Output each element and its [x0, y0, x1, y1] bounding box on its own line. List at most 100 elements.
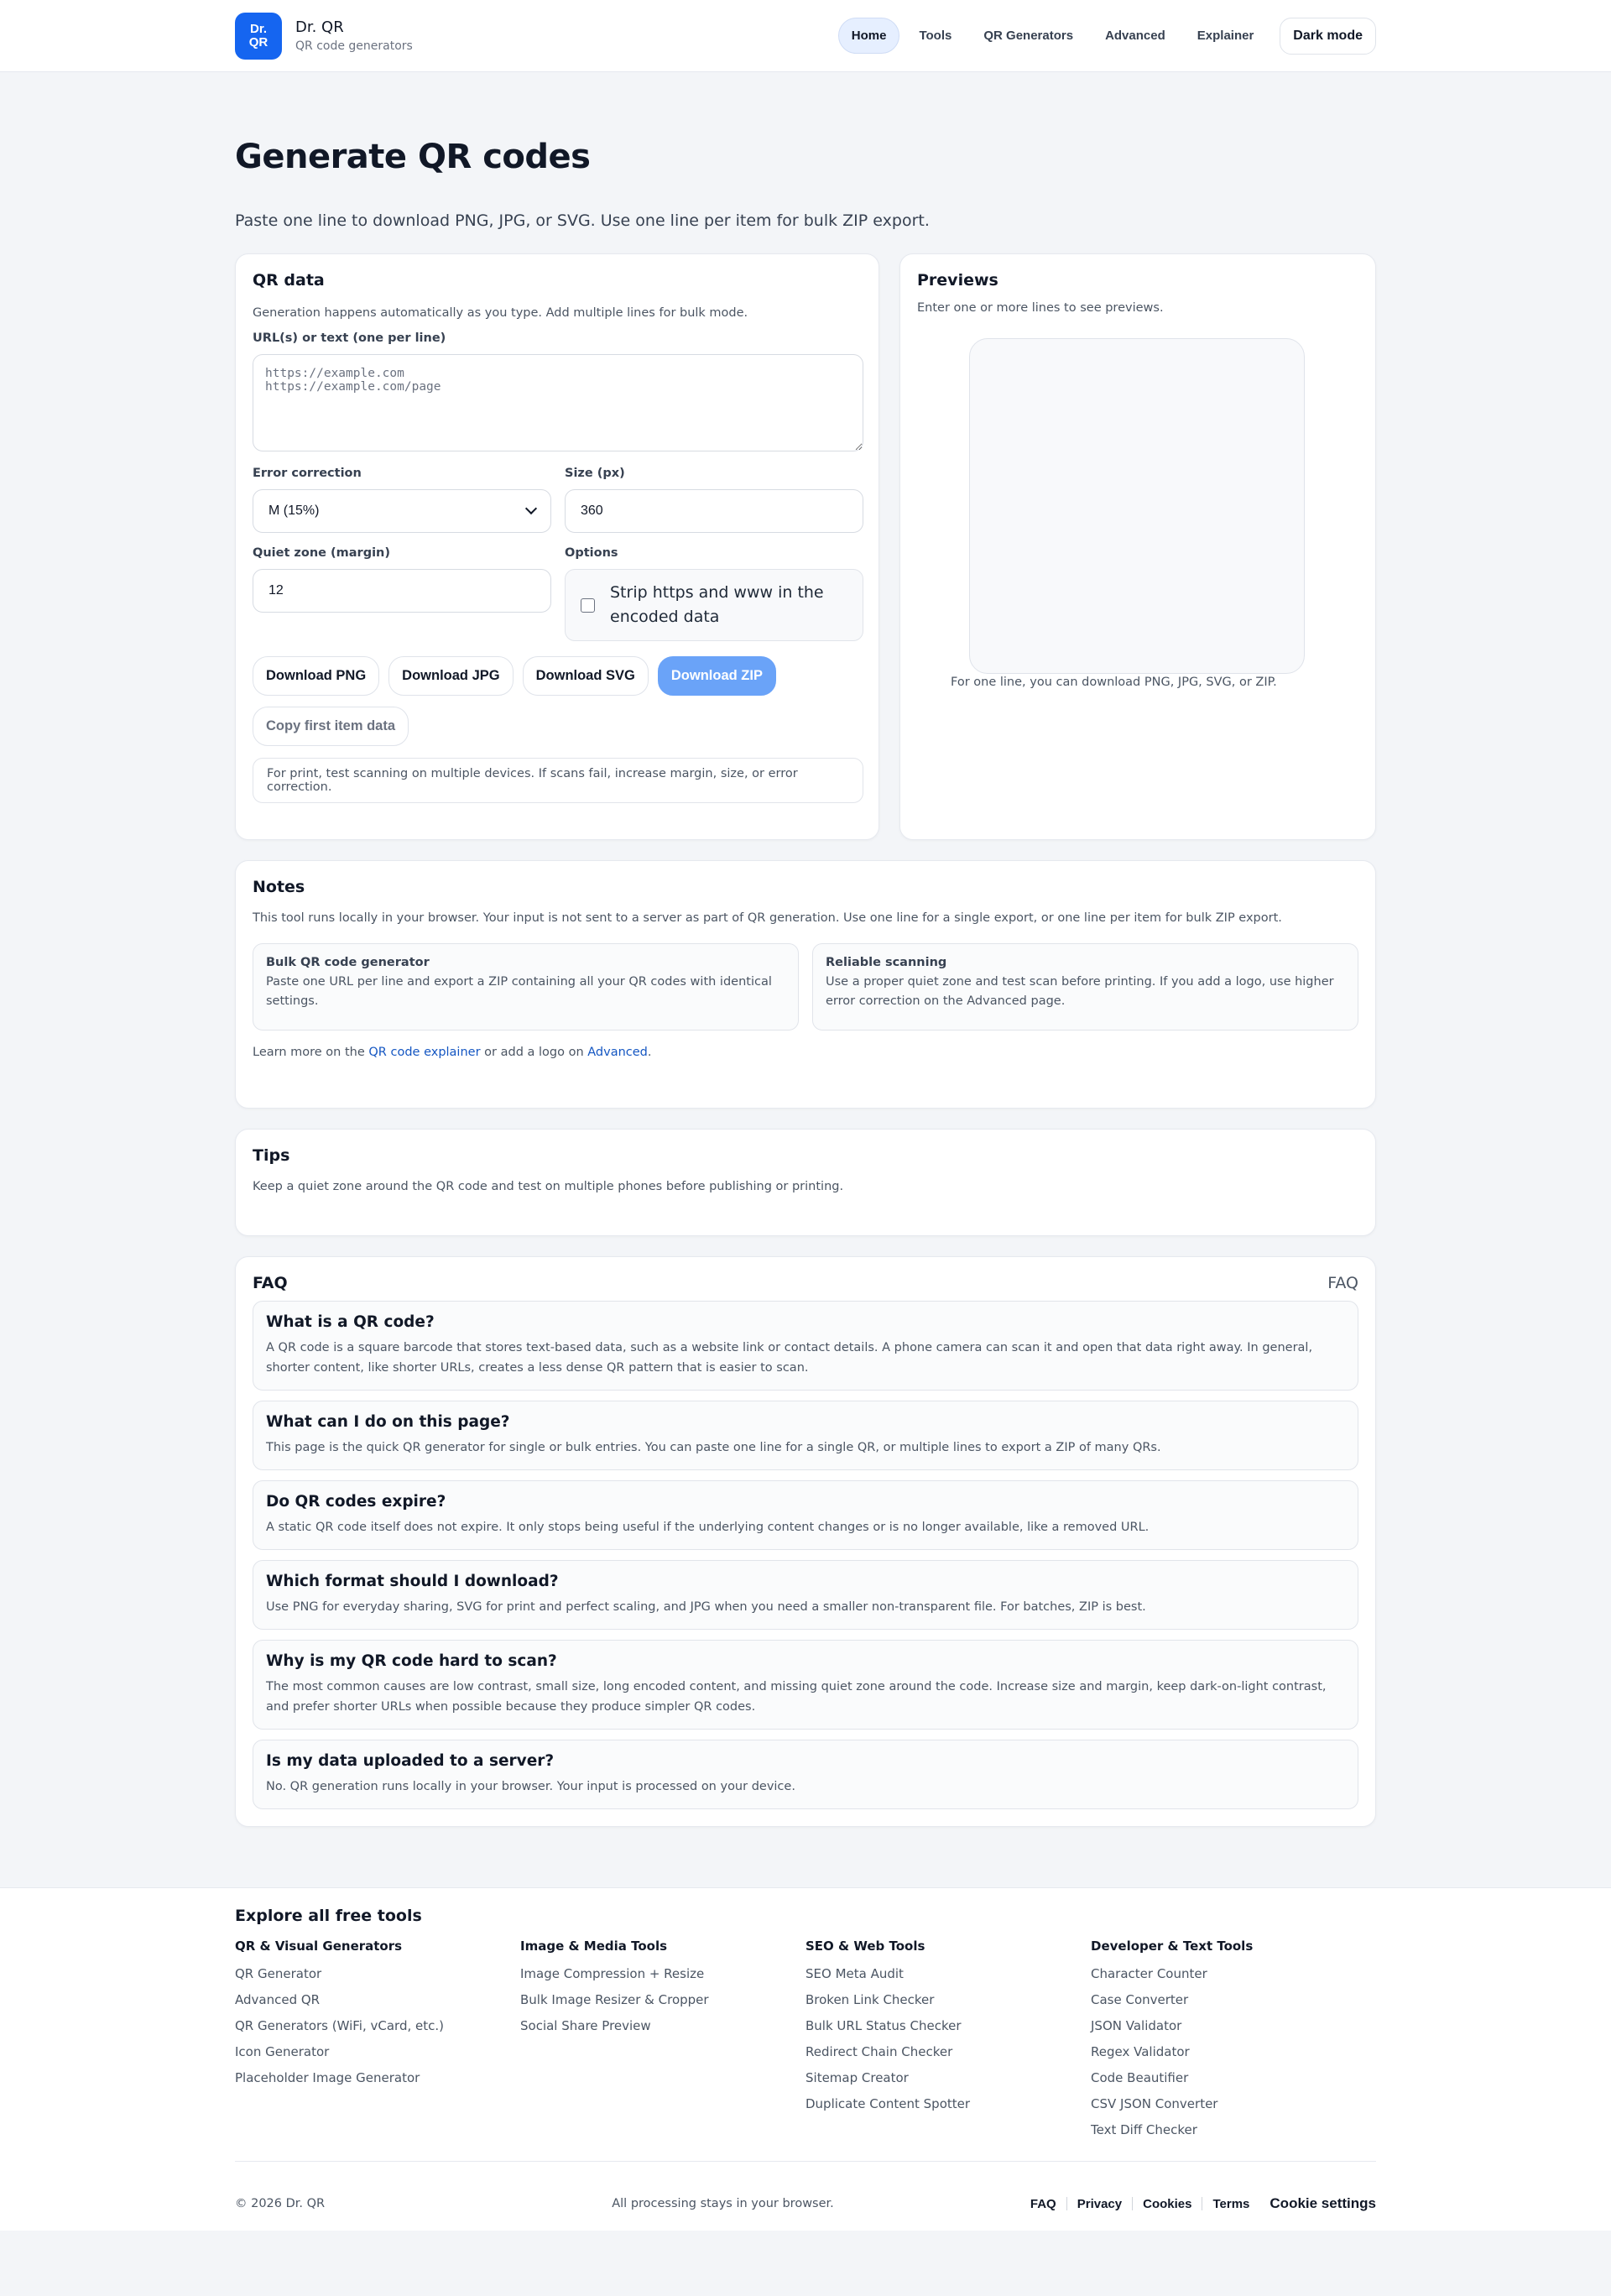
- footer-link[interactable]: Code Beautifier: [1091, 2068, 1376, 2094]
- notes-text: This tool runs locally in your browser. …: [253, 911, 1282, 925]
- main-nav: Home Tools QR Generators Advanced Explai…: [837, 17, 1376, 55]
- tips-title: Tips: [253, 1146, 290, 1165]
- faq-answer: A static QR code itself does not expire.…: [266, 1521, 1150, 1534]
- nav-advanced[interactable]: Advanced: [1092, 18, 1178, 53]
- faq-answer: The most common causes are low contrast,…: [266, 1680, 1327, 1714]
- footer-privacy-link[interactable]: Privacy: [1067, 2197, 1132, 2211]
- dark-mode-button[interactable]: Dark mode: [1280, 17, 1376, 55]
- footer-bottom-bar: © 2026 Dr. QR All processing stays in yo…: [235, 2161, 1376, 2212]
- footer-link[interactable]: Image Compression + Resize: [520, 1964, 806, 1990]
- advanced-link[interactable]: Advanced: [587, 1046, 648, 1059]
- footer-link[interactable]: JSON Validator: [1091, 2016, 1376, 2042]
- faq-question: Which format should I download?: [266, 1573, 559, 1590]
- footer-link[interactable]: Text Diff Checker: [1091, 2120, 1376, 2146]
- previews-title: Previews: [917, 271, 998, 290]
- strip-option[interactable]: Strip https and www in the encoded data: [565, 569, 863, 641]
- footer-cookies-link[interactable]: Cookies: [1133, 2197, 1202, 2211]
- logo-line-2: QR: [248, 34, 268, 50]
- footer-link[interactable]: Icon Generator: [235, 2042, 520, 2068]
- footer-column-heading: Developer & Text Tools: [1091, 1939, 1254, 1954]
- note-scanning-desc: Use a proper quiet zone and test scan be…: [826, 975, 1334, 1008]
- note-bulk-desc: Paste one URL per line and export a ZIP …: [266, 975, 772, 1008]
- site-footer: Explore all free tools QR & Visual Gener…: [0, 1887, 1611, 2231]
- footer-link[interactable]: Bulk Image Resizer & Cropper: [520, 1990, 806, 2016]
- error-correction-label: Error correction: [253, 467, 362, 480]
- footer-terms-link[interactable]: Terms: [1202, 2197, 1259, 2211]
- faq-item[interactable]: Is my data uploaded to a server? No. QR …: [253, 1740, 1358, 1809]
- learn-more-text: Learn more on the QR code explainer or a…: [253, 1046, 1358, 1059]
- previews-caption: For one line, you can download PNG, JPG,…: [951, 676, 1277, 689]
- explainer-link[interactable]: QR code explainer: [368, 1046, 480, 1059]
- footer-column-heading: Image & Media Tools: [520, 1939, 668, 1954]
- faq-question: What can I do on this page?: [266, 1413, 510, 1431]
- footer-link[interactable]: QR Generator: [235, 1964, 520, 1990]
- margin-input[interactable]: 12: [253, 569, 551, 613]
- footer-title: Explore all free tools: [235, 1907, 422, 1925]
- faq-item[interactable]: Why is my QR code hard to scan? The most…: [253, 1640, 1358, 1730]
- faq-answer: No. QR generation runs locally in your b…: [266, 1780, 795, 1793]
- copy-first-item-button[interactable]: Copy first item data: [253, 707, 409, 746]
- footer-link[interactable]: Character Counter: [1091, 1964, 1376, 1990]
- faq-item[interactable]: Which format should I download? Use PNG …: [253, 1560, 1358, 1630]
- faq-item[interactable]: What can I do on this page? This page is…: [253, 1401, 1358, 1470]
- brand[interactable]: Dr. QR Dr. QR QR code generators: [235, 12, 413, 60]
- footer-link[interactable]: Case Converter: [1091, 1990, 1376, 2016]
- faq-answer: A QR code is a square barcode that store…: [266, 1341, 1313, 1375]
- url-text-input[interactable]: [253, 354, 863, 451]
- download-svg-button[interactable]: Download SVG: [522, 656, 649, 696]
- footer-column-seo: SEO & Web Tools SEO Meta Audit Broken Li…: [806, 1939, 1091, 2146]
- note-bulk-generator: Bulk QR code generator Paste one URL per…: [253, 943, 799, 1031]
- footer-link[interactable]: Bulk URL Status Checker: [806, 2016, 1091, 2042]
- nav-qr-generators[interactable]: QR Generators: [971, 18, 1086, 53]
- footer-link[interactable]: Regex Validator: [1091, 2042, 1376, 2068]
- page-title: Generate QR codes: [235, 138, 591, 176]
- footer-legal-links: FAQ Privacy Cookies Terms Cookie setting…: [1020, 2195, 1376, 2212]
- footer-faq-link[interactable]: FAQ: [1020, 2197, 1066, 2211]
- faq-question: What is a QR code?: [266, 1313, 435, 1331]
- top-bar: Dr. QR Dr. QR QR code generators Home To…: [0, 0, 1611, 72]
- footer-link[interactable]: Redirect Chain Checker: [806, 2042, 1091, 2068]
- copyright: © 2026 Dr. QR: [235, 2197, 326, 2210]
- faq-item[interactable]: What is a QR code? A QR code is a square…: [253, 1301, 1358, 1391]
- faq-side-label: FAQ: [1327, 1274, 1358, 1292]
- footer-column-qr: QR & Visual Generators QR Generator Adva…: [235, 1939, 520, 2146]
- footer-link[interactable]: Advanced QR: [235, 1990, 520, 2016]
- nav-tools[interactable]: Tools: [906, 18, 964, 53]
- brand-logo[interactable]: Dr. QR: [235, 12, 282, 60]
- nav-home[interactable]: Home: [837, 18, 900, 54]
- cookie-settings-button[interactable]: Cookie settings: [1259, 2195, 1376, 2212]
- download-png-button[interactable]: Download PNG: [253, 656, 380, 696]
- learn-suffix: .: [647, 1046, 652, 1059]
- footer-column-image: Image & Media Tools Image Compression + …: [520, 1939, 806, 2146]
- faq-question: Do QR codes expire?: [266, 1493, 446, 1511]
- footer-link[interactable]: Broken Link Checker: [806, 1990, 1091, 2016]
- footer-link[interactable]: Social Share Preview: [520, 2016, 806, 2042]
- note-scanning-title: Reliable scanning: [826, 956, 947, 969]
- chevron-down-icon: [524, 502, 538, 515]
- error-correction-select[interactable]: M (15%): [253, 489, 551, 533]
- note-reliable-scanning: Reliable scanning Use a proper quiet zon…: [812, 943, 1358, 1031]
- size-input[interactable]: 360: [565, 489, 863, 533]
- faq-answer: This page is the quick QR generator for …: [266, 1441, 1161, 1454]
- qr-data-description: Generation happens automatically as you …: [253, 306, 748, 320]
- nav-explainer[interactable]: Explainer: [1185, 18, 1267, 53]
- faq-answer: Use PNG for everyday sharing, SVG for pr…: [266, 1600, 1146, 1614]
- brand-name[interactable]: Dr. QR: [295, 18, 413, 36]
- footer-link[interactable]: SEO Meta Audit: [806, 1964, 1091, 1990]
- footer-column-heading: SEO & Web Tools: [806, 1939, 925, 1954]
- footer-link[interactable]: CSV JSON Converter: [1091, 2094, 1376, 2120]
- size-label: Size (px): [565, 467, 625, 480]
- footer-link[interactable]: Sitemap Creator: [806, 2068, 1091, 2094]
- print-hint: For print, test scanning on multiple dev…: [253, 758, 863, 803]
- input-label: URL(s) or text (one per line): [253, 331, 446, 345]
- download-jpg-button[interactable]: Download JPG: [388, 656, 514, 696]
- footer-link[interactable]: QR Generators (WiFi, vCard, etc.): [235, 2016, 520, 2042]
- faq-item[interactable]: Do QR codes expire? A static QR code its…: [253, 1480, 1358, 1550]
- footer-link[interactable]: Placeholder Image Generator: [235, 2068, 520, 2094]
- margin-value: 12: [268, 583, 284, 597]
- strip-checkbox[interactable]: [581, 597, 595, 613]
- page-lead: Paste one line to download PNG, JPG, or …: [235, 211, 930, 230]
- previews-description: Enter one or more lines to see previews.: [917, 301, 1164, 315]
- download-zip-button[interactable]: Download ZIP: [657, 656, 776, 696]
- footer-link[interactable]: Duplicate Content Spotter: [806, 2094, 1091, 2120]
